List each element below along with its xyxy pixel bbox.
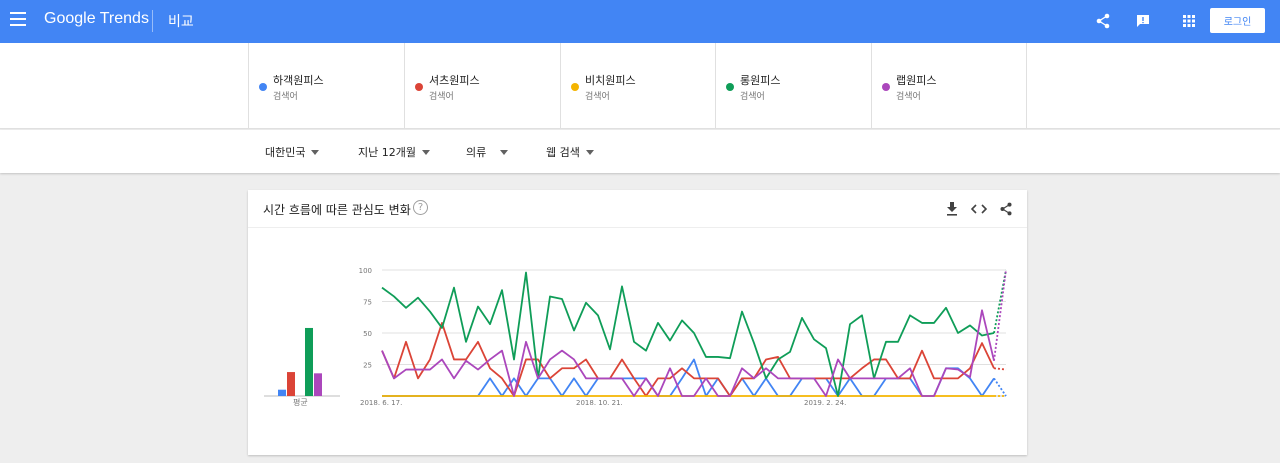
term-card[interactable]: 랩원피스 검색어: [871, 43, 1027, 129]
average-bar: [278, 389, 286, 396]
search-type-dropdown[interactable]: 웹 검색: [546, 144, 594, 160]
page-title: 비교: [168, 14, 194, 30]
term-name: 셔츠원피스: [429, 74, 480, 87]
series-color-dot: [259, 83, 267, 91]
caret-down-icon: [585, 149, 594, 155]
term-type: 검색어: [585, 92, 610, 102]
app-header: Google Trends 비교 로그인: [0, 0, 1280, 43]
term-type: 검색어: [740, 92, 765, 102]
series-line-partial: [993, 269, 1007, 361]
period-dropdown[interactable]: 지난 12개월: [358, 144, 430, 160]
term-card[interactable]: 하객원피스 검색어: [248, 43, 404, 129]
region-value: 대한민국: [265, 146, 306, 159]
term-card[interactable]: 셔츠원피스 검색어: [404, 43, 560, 129]
term-type: 검색어: [273, 92, 298, 102]
interest-over-time-card: 시간 흐름에 따른 관심도 변화 ? 100 75 50 25 2018. 6. 17.…: [248, 190, 1027, 455]
x-tick-label: 2019. 2. 24.: [804, 399, 846, 407]
series-line-partial: [993, 377, 1007, 397]
google-trends-logo[interactable]: Google Trends: [44, 10, 149, 28]
y-tick-label: 100: [359, 267, 372, 275]
caret-down-icon: [311, 149, 320, 155]
y-tick-label: 50: [363, 330, 372, 338]
apps-icon[interactable]: [1179, 11, 1199, 31]
series-line: [381, 309, 995, 397]
menu-icon[interactable]: [10, 12, 26, 26]
series-color-dot: [882, 83, 890, 91]
term-card[interactable]: 비치원피스 검색어: [560, 43, 716, 129]
caret-down-icon: [500, 149, 509, 155]
series-color-dot: [571, 83, 579, 91]
term-card[interactable]: 롱원피스 검색어: [715, 43, 871, 129]
term-name: 롱원피스: [740, 74, 781, 87]
login-button[interactable]: 로그인: [1210, 8, 1265, 33]
search-type-value: 웹 검색: [546, 146, 580, 159]
feedback-icon[interactable]: [1133, 11, 1153, 31]
average-bar: [314, 373, 322, 396]
y-tick-label: 25: [363, 362, 372, 370]
series-line-partial: [993, 367, 1007, 371]
series-color-dot: [415, 83, 423, 91]
caret-down-icon: [421, 149, 430, 155]
y-tick-label: 75: [363, 299, 372, 307]
period-value: 지난 12개월: [358, 146, 416, 159]
average-label: 평균: [293, 398, 308, 407]
share-icon[interactable]: [1093, 11, 1113, 31]
average-bar: [287, 372, 295, 396]
series-color-dot: [726, 83, 734, 91]
region-dropdown[interactable]: 대한민국: [265, 144, 320, 160]
average-bar: [305, 327, 313, 396]
term-name: 하객원피스: [273, 74, 324, 87]
category-dropdown[interactable]: 의류: [466, 144, 509, 160]
x-tick-label: 2018. 10. 21.: [576, 399, 623, 407]
term-name: 랩원피스: [896, 74, 937, 87]
x-tick-label: 2018. 6. 17.: [360, 399, 402, 407]
term-name: 비치원피스: [585, 74, 636, 87]
interest-chart: 100 75 50 25 2018. 6. 17. 2018. 10. 21. 2019. …: [264, 267, 1007, 407]
term-type: 검색어: [429, 92, 454, 102]
category-value: 의류: [466, 146, 487, 159]
comparison-terms-bar: 하객원피스 검색어 셔츠원피스 검색어 비치원피스 검색어 롱원피스 검색어 랩…: [0, 43, 1280, 129]
term-type: 검색어: [896, 92, 921, 102]
header-divider: [152, 10, 153, 32]
filter-bar: 대한민국 지난 12개월 의류 웹 검색: [0, 130, 1280, 173]
